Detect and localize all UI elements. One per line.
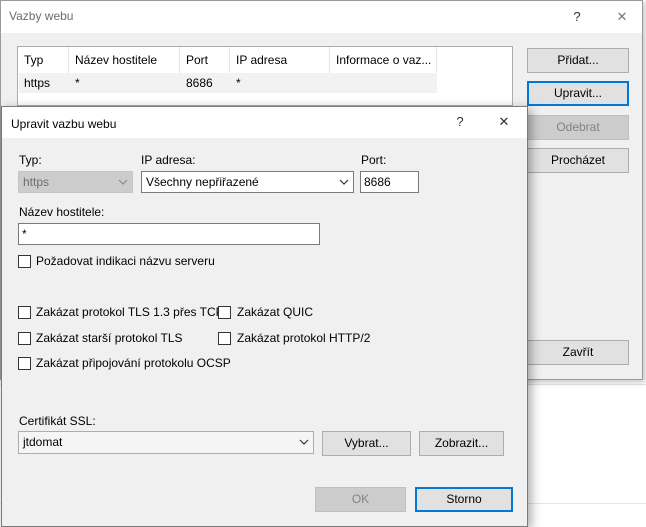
disable-http2-checkbox[interactable]	[218, 332, 231, 345]
ip-label: IP adresa:	[141, 153, 196, 167]
close-button[interactable]: Zavřít	[527, 340, 629, 365]
chevron-down-icon	[299, 432, 309, 461]
disable-tls13-label[interactable]: Zakázat protokol TLS 1.3 přes TCP	[36, 305, 224, 319]
table-cell-ip[interactable]: *	[230, 73, 241, 93]
edit-binding-dialog: Upravit vazbu webu ? ✕ Typ: https IP adr…	[1, 106, 528, 527]
port-label: Port:	[361, 153, 387, 167]
port-input[interactable]: 8686	[360, 171, 419, 193]
chevron-down-icon	[118, 172, 128, 200]
table-cell-hostname[interactable]: *	[69, 73, 80, 93]
disable-quic-label[interactable]: Zakázat QUIC	[237, 305, 313, 319]
type-label: Typ:	[19, 153, 42, 167]
close-icon[interactable]: ✕	[490, 111, 518, 133]
select-certificate-button[interactable]: Vybrat...	[322, 431, 411, 456]
column-header-port[interactable]: Port	[180, 47, 230, 73]
parent-titlebar	[1, 1, 642, 33]
hostname-label: Název hostitele:	[19, 205, 105, 219]
column-header-binding-info[interactable]: Informace o vaz...	[330, 47, 437, 73]
type-select[interactable]: https	[18, 171, 133, 193]
disable-ocsp-label[interactable]: Zakázat připojování protokolu OCSP	[36, 356, 231, 370]
dialog-title: Upravit vazbu webu	[11, 117, 117, 131]
column-header-ip[interactable]: IP adresa	[230, 47, 330, 73]
edit-button[interactable]: Upravit...	[527, 81, 629, 106]
type-value: https	[23, 175, 50, 189]
disable-legacy-tls-checkbox[interactable]	[18, 332, 31, 345]
view-certificate-button[interactable]: Zobrazit...	[419, 431, 504, 456]
bindings-table: Typ Název hostitele Port IP adresa Infor…	[17, 46, 513, 106]
add-button[interactable]: Přidat...	[527, 48, 629, 73]
disable-ocsp-checkbox[interactable]	[18, 357, 31, 370]
table-row-highlight	[19, 73, 437, 93]
browse-button[interactable]: Procházet	[527, 148, 629, 173]
hostname-input[interactable]: *	[18, 223, 320, 245]
ip-value: Všechny nepřiřazené	[146, 175, 259, 189]
ip-select[interactable]: Všechny nepřiřazené	[141, 171, 354, 193]
remove-button[interactable]: Odebrat	[527, 115, 629, 140]
chevron-down-icon	[339, 172, 349, 200]
disable-quic-checkbox[interactable]	[218, 306, 231, 319]
parent-title: Vazby webu	[9, 9, 74, 23]
help-icon[interactable]: ?	[446, 111, 474, 133]
disable-legacy-tls-label[interactable]: Zakázat starší protokol TLS	[36, 331, 183, 345]
sni-checkbox[interactable]	[18, 255, 31, 268]
column-header-hostname[interactable]: Název hostitele	[69, 47, 180, 73]
column-header-type[interactable]: Typ	[18, 47, 69, 73]
disable-http2-label[interactable]: Zakázat protokol HTTP/2	[237, 331, 370, 345]
ok-button[interactable]: OK	[315, 487, 406, 512]
table-cell-port[interactable]: 8686	[180, 73, 213, 93]
sni-label[interactable]: Požadovat indikaci názvu serveru	[36, 254, 215, 268]
ssl-certificate-label: Certifikát SSL:	[19, 414, 96, 428]
table-cell-type[interactable]: https	[18, 73, 50, 93]
help-icon[interactable]: ?	[563, 6, 591, 28]
ssl-certificate-value: jtdomat	[23, 435, 63, 449]
disable-tls13-checkbox[interactable]	[18, 306, 31, 319]
close-icon[interactable]: ✕	[608, 6, 636, 28]
cancel-button[interactable]: Storno	[415, 487, 513, 512]
ssl-certificate-select[interactable]: jtdomat	[18, 431, 314, 454]
